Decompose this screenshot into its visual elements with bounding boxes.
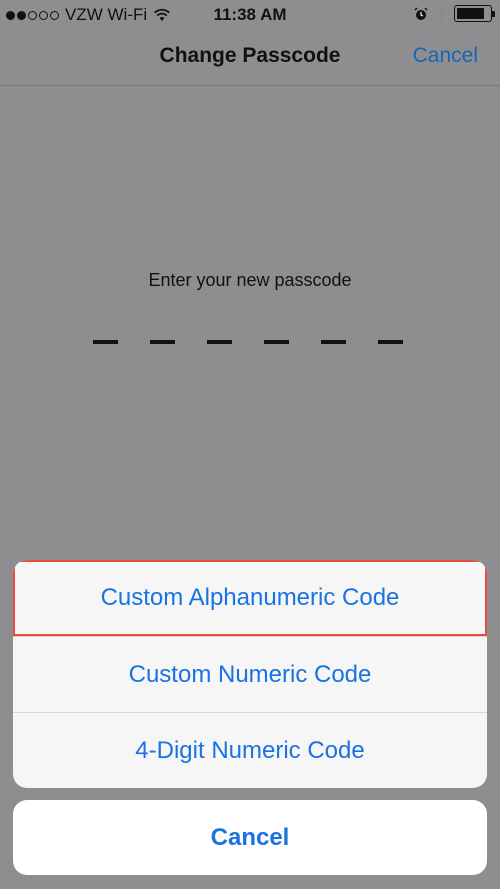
alarm-icon: [414, 6, 428, 20]
custom-alphanumeric-code-option[interactable]: Custom Alphanumeric Code: [13, 560, 487, 636]
passcode-options-sheet: Custom Alphanumeric Code Custom Numeric …: [13, 560, 487, 788]
battery-icon: [454, 5, 495, 22]
navigation-bar: Change Passcode Cancel: [0, 30, 500, 86]
passcode-digit-slot: [378, 340, 403, 344]
four-digit-numeric-code-option[interactable]: 4-Digit Numeric Code: [13, 712, 487, 788]
passcode-prompt: Enter your new passcode: [148, 270, 352, 290]
status-bar-right: [414, 5, 495, 22]
passcode-digit-slot: [321, 340, 346, 344]
passcode-digit-slot: [150, 340, 175, 344]
passcode-digit-slot: [207, 340, 232, 344]
passcode-entry-field[interactable]: [93, 340, 403, 344]
custom-numeric-code-option[interactable]: Custom Numeric Code: [13, 636, 487, 712]
sheet-cancel-button[interactable]: Cancel: [13, 800, 487, 875]
passcode-digit-slot: [93, 340, 118, 344]
nav-cancel-button[interactable]: Cancel: [413, 44, 478, 68]
status-bar: VZW Wi-Fi 11:38 AM: [0, 0, 500, 30]
bluetooth-icon: [436, 5, 445, 22]
passcode-digit-slot: [264, 340, 289, 344]
